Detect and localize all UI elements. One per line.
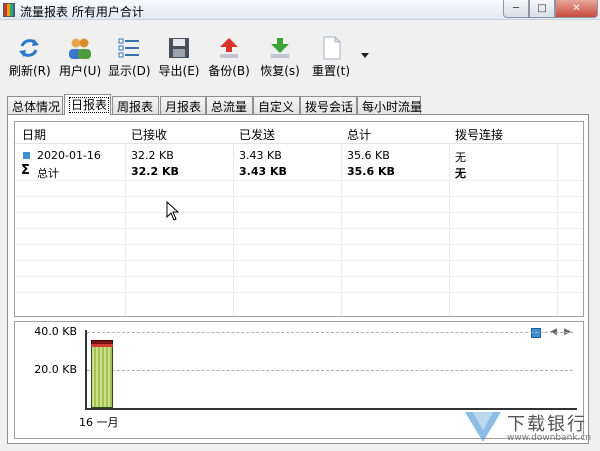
cell-received: 32.2 KB bbox=[131, 165, 179, 178]
tab-custom[interactable]: 自定义 bbox=[253, 96, 300, 114]
sigma-icon: Σ bbox=[21, 163, 30, 178]
table-header: 日期 已接收 已发送 总计 拨号连接 bbox=[15, 122, 583, 144]
column-header-date[interactable]: 日期 bbox=[22, 126, 46, 143]
chevron-down-icon[interactable] bbox=[361, 53, 369, 58]
bar-sent-highlight bbox=[91, 344, 113, 348]
gridline bbox=[87, 370, 573, 371]
blank-document-icon bbox=[323, 36, 342, 60]
cell-sent: 3.43 KB bbox=[239, 165, 287, 178]
upload-arrow-icon bbox=[220, 38, 238, 58]
save-icon bbox=[169, 38, 189, 58]
report-table[interactable]: 日期 已接收 已发送 总计 拨号连接 2020-01-16 32.2 KB 3.… bbox=[14, 121, 584, 317]
display-label: 显示(D) bbox=[108, 64, 151, 78]
export-button[interactable]: 导出(E) bbox=[158, 32, 200, 80]
column-header-received[interactable]: 已接收 bbox=[131, 126, 167, 143]
report-panel: 日期 已接收 已发送 总计 拨号连接 2020-01-16 32.2 KB 3.… bbox=[7, 114, 589, 444]
tab-daily[interactable]: 日报表 bbox=[64, 94, 111, 115]
reset-button[interactable]: 重置(t) bbox=[310, 32, 352, 80]
toolbar: 刷新(R) 用户(U) 显示(D) 导出(E) 备份(B) 恢复(s) 重置(t… bbox=[0, 32, 600, 84]
users-label: 用户(U) bbox=[59, 64, 102, 78]
cell-date: 2020-01-16 bbox=[37, 149, 101, 162]
refresh-icon bbox=[19, 39, 39, 57]
x-tick-label: 16 一月 bbox=[79, 416, 119, 429]
watermark-logo-icon bbox=[465, 412, 501, 442]
minimize-icon: ─ bbox=[512, 3, 520, 14]
window-controls: ─ □ ✕ bbox=[503, 0, 598, 18]
users-button[interactable]: 用户(U) bbox=[59, 32, 101, 80]
tab-weekly[interactable]: 周报表 bbox=[112, 96, 159, 114]
tab-monthly[interactable]: 月报表 bbox=[160, 96, 206, 114]
tab-total-traffic[interactable]: 总流量 bbox=[206, 96, 253, 114]
watermark: 下载银行 www.downbank.cn bbox=[463, 408, 593, 444]
cell-dialup: 无 bbox=[455, 151, 466, 164]
cell-sent: 3.43 KB bbox=[239, 149, 282, 162]
window-title: 流量报表 所有用户合计 bbox=[20, 5, 144, 19]
column-header-sent[interactable]: 已发送 bbox=[239, 126, 275, 143]
cell-date: 总计 bbox=[37, 167, 59, 180]
cell-dialup: 无 bbox=[455, 167, 466, 180]
day-row-icon bbox=[23, 152, 30, 159]
users-icon bbox=[69, 38, 91, 59]
tab-dialup-sessions[interactable]: 拨号会话 bbox=[300, 96, 357, 114]
restore-label: 恢复(s) bbox=[260, 64, 300, 78]
maximize-icon: □ bbox=[537, 3, 547, 14]
mouse-cursor-icon bbox=[166, 201, 180, 221]
refresh-label: 刷新(R) bbox=[9, 64, 51, 78]
cell-received: 32.2 KB bbox=[131, 149, 174, 162]
refresh-button[interactable]: 刷新(R) bbox=[9, 32, 51, 80]
cell-total: 35.6 KB bbox=[347, 165, 395, 178]
tab-hourly-traffic[interactable]: 每小时流量 bbox=[357, 96, 422, 114]
y-tick-label: 40.0 KB bbox=[34, 325, 77, 338]
close-icon: ✕ bbox=[572, 3, 581, 14]
reset-label: 重置(t) bbox=[311, 64, 351, 78]
bar-received[interactable] bbox=[91, 340, 113, 408]
backup-label: 备份(B) bbox=[208, 64, 250, 78]
tab-overview[interactable]: 总体情况 bbox=[7, 96, 63, 114]
gridline bbox=[87, 332, 573, 333]
column-header-total[interactable]: 总计 bbox=[347, 126, 371, 143]
table-row[interactable]: 2020-01-16 32.2 KB 3.43 KB 35.6 KB 无 bbox=[15, 148, 583, 164]
watermark-url: www.downbank.cn bbox=[507, 433, 592, 443]
legend-swatch bbox=[531, 328, 541, 338]
display-button[interactable]: 显示(D) bbox=[108, 32, 151, 80]
maximize-button[interactable]: □ bbox=[529, 0, 555, 18]
minimize-button[interactable]: ─ bbox=[503, 0, 529, 18]
export-label: 导出(E) bbox=[158, 64, 200, 78]
app-icon bbox=[3, 3, 15, 17]
restore-button[interactable]: 恢复(s) bbox=[259, 32, 301, 80]
y-tick-label: 20.0 KB bbox=[34, 363, 77, 376]
table-row-total[interactable]: Σ 总计 32.2 KB 3.43 KB 35.6 KB 无 bbox=[15, 163, 583, 180]
list-icon bbox=[118, 38, 139, 58]
cell-total: 35.6 KB bbox=[347, 149, 390, 162]
title-bar: 流量报表 所有用户合计 ─ □ ✕ bbox=[0, 0, 600, 20]
backup-button[interactable]: 备份(B) bbox=[208, 32, 250, 80]
close-button[interactable]: ✕ bbox=[555, 0, 598, 18]
download-arrow-icon bbox=[271, 38, 289, 58]
column-header-dialup[interactable]: 拨号连接 bbox=[455, 126, 503, 143]
